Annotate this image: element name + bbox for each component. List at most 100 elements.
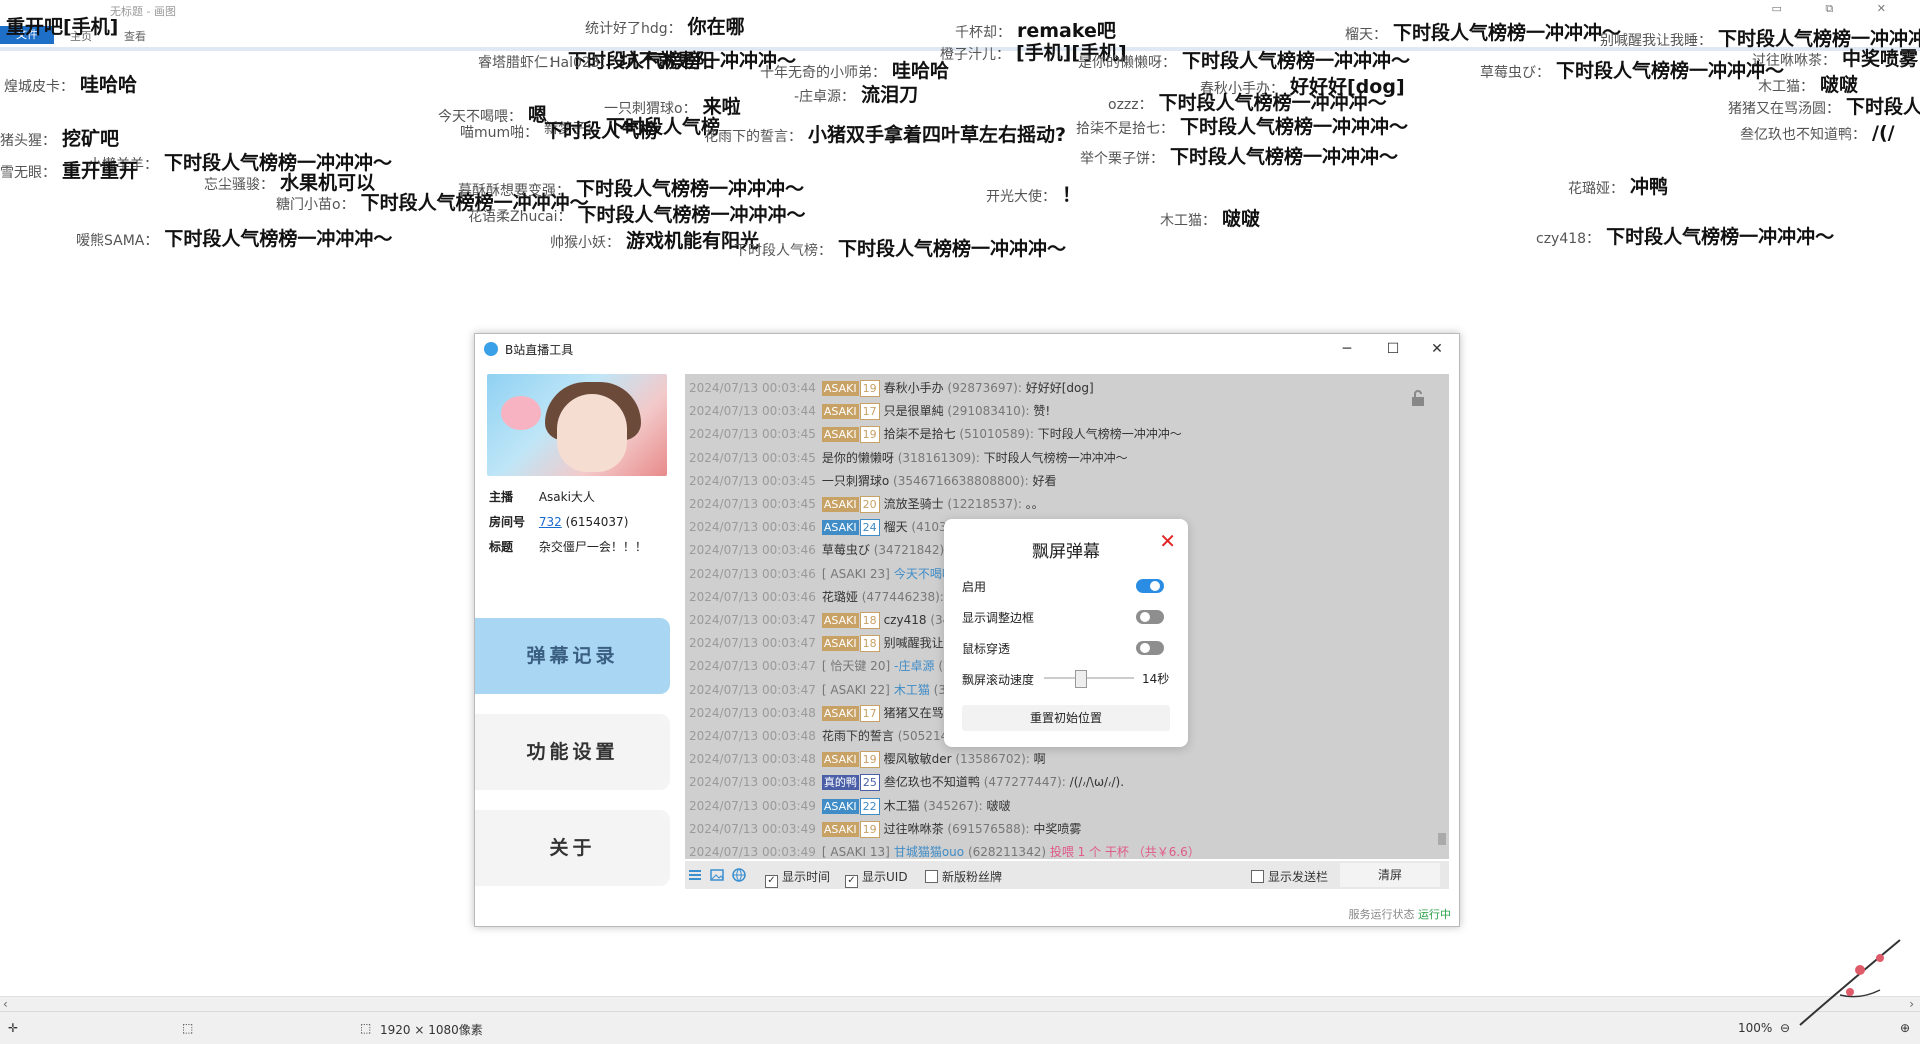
log-row: 2024/07/13 00:03:48 ASAKI 19 樱风敏敏der (13586… xyxy=(689,749,1046,769)
slider-handle[interactable] xyxy=(1075,670,1087,688)
danmaku-text: 挖矿吧 xyxy=(62,128,120,150)
danmaku-user: czy418： xyxy=(1536,231,1601,247)
nav-danmaku-log[interactable]: 弹幕记录 xyxy=(475,618,670,694)
list-icon[interactable] xyxy=(687,867,703,883)
show-uid-checkbox[interactable]: ✓ 显示UID xyxy=(845,868,908,888)
log-username[interactable]: 木工猫 xyxy=(884,799,920,813)
log-username[interactable]: 流放圣骑士 xyxy=(884,497,944,511)
danmaku-user: 雪无眼： xyxy=(0,165,56,181)
log-username[interactable]: 一只刺猬球o xyxy=(822,474,889,488)
show-border-toggle[interactable] xyxy=(1136,610,1164,624)
clear-button[interactable]: 清屏 xyxy=(1340,863,1440,887)
zoom-out-icon[interactable]: ⊖ xyxy=(1780,1021,1790,1035)
danmaku-item: 叁亿玖也不知道鸭： /(/ xyxy=(1740,122,1895,144)
danmaku-text: 哇哈哈 xyxy=(892,60,950,82)
log-timestamp: 2024/07/13 00:03:47 xyxy=(689,659,816,674)
danmaku-user: 猪猪又在骂汤圆： xyxy=(1728,101,1840,117)
log-username[interactable]: 猪猪又在骂 xyxy=(884,706,944,720)
log-timestamp: 2024/07/13 00:03:47 xyxy=(689,613,816,627)
log-username[interactable]: -庄卓源 xyxy=(894,659,934,673)
mouse-through-toggle[interactable] xyxy=(1136,641,1164,655)
log-username[interactable]: 花璐娅 xyxy=(822,590,858,604)
app-icon xyxy=(484,342,498,356)
danmaku-item: 木工猫： 啵啵 xyxy=(1160,204,1260,231)
danmaku-item: 下时段人气榜： 下时段人气榜榜一冲冲冲～ xyxy=(734,234,1066,261)
close-icon[interactable]: ✕ xyxy=(1159,529,1176,553)
fan-medal: ASAKI xyxy=(821,705,859,721)
danmaku-user: 开光大使： xyxy=(986,189,1056,205)
log-timestamp: 2024/07/13 00:03:44 xyxy=(689,404,816,419)
danmaku-item: -庄卓源： 流泪刀 xyxy=(794,80,918,107)
log-username[interactable]: 榴天 xyxy=(884,520,908,534)
maximize-button[interactable]: ☐ xyxy=(1371,337,1415,361)
log-username[interactable]: 木工猫 xyxy=(894,683,930,697)
log-username[interactable]: 春秋小手办 xyxy=(884,381,944,395)
log-username[interactable]: czy418 xyxy=(884,613,927,627)
nav-settings[interactable]: 功能设置 xyxy=(475,714,670,790)
show-send-checkbox[interactable]: 显示发送栏 xyxy=(1251,868,1328,885)
log-row: 2024/07/13 00:03:47[ 恰天键 20]-庄卓源 (28 xyxy=(689,656,958,676)
image-icon[interactable] xyxy=(709,867,725,883)
danmaku-text: 下时段人气榜榜一冲冲冲～ xyxy=(1556,60,1785,82)
danmaku-item: 花雨下的誓言： 小猪双手拿着四叶草左右摇动? xyxy=(704,120,1066,147)
danmaku-text: 下时段人气榜榜一冲冲冲～ xyxy=(576,178,805,200)
log-uid: (12218537): xyxy=(947,497,1022,511)
fan-medal: ASAKI xyxy=(821,613,859,628)
log-username[interactable]: 花雨下的誓言 xyxy=(822,729,894,743)
log-username[interactable]: 草莓虫び xyxy=(822,543,870,557)
danmaku-user: 草莓虫び： xyxy=(1480,65,1550,81)
log-message: 投喂 1 个 干杯 （共￥6.6） xyxy=(1049,845,1200,859)
minimize-button[interactable]: ─ xyxy=(1325,337,1369,361)
enable-toggle[interactable] xyxy=(1136,579,1164,593)
plum-blossom-decoration xyxy=(1799,939,1901,1026)
danmaku-text: 下时段人气榜榜一冲冲冲～ xyxy=(164,228,393,250)
log-timestamp: 2024/07/13 00:03:45 xyxy=(689,473,816,488)
log-username[interactable]: 樱风敏敏der xyxy=(884,752,952,766)
danmaku-text: 流泪刀 xyxy=(861,84,919,106)
log-username[interactable]: 过往咻咻茶 xyxy=(884,822,944,836)
log-username[interactable]: 叁亿玖也不知道鸭 xyxy=(884,775,980,789)
canvas-size: 1920 × 1080像素 xyxy=(380,1023,483,1037)
danmaku-text: 中奖喷雾 xyxy=(1842,48,1919,70)
danmaku-text: 啵啵 xyxy=(1222,208,1261,230)
paint-tab-view[interactable]: 查看 xyxy=(124,28,146,44)
close-window-button[interactable]: ✕ xyxy=(1415,337,1459,361)
log-row: 2024/07/13 00:03:48 真的鸭 25 叁亿玖也不知道鸭 (477277… xyxy=(689,772,1124,792)
globe-icon[interactable] xyxy=(731,867,747,883)
fan-medal: ASAKI xyxy=(821,381,859,396)
danmaku-item: 煌城皮卡： 哇哈哈 xyxy=(4,70,137,97)
medal-level: 25 xyxy=(859,774,880,792)
room-link[interactable]: 732 xyxy=(539,515,562,529)
nav-about[interactable]: 关于 xyxy=(475,810,670,886)
log-row: 2024/07/13 00:03:48 花雨下的誓言 (505214 xyxy=(689,726,948,746)
log-message: 好好好[dog] xyxy=(1025,381,1094,395)
danmaku-text: /(/ xyxy=(1872,122,1895,144)
log-username[interactable]: 甘城猫猫ouo xyxy=(894,845,964,859)
scroll-left-icon[interactable]: ‹ xyxy=(3,997,8,1011)
danmaku-item: 帅猴小妖： 游戏机能有阳光 xyxy=(550,226,759,253)
log-username[interactable]: 是你的懒懒呀 xyxy=(822,451,894,465)
reset-position-button[interactable]: 重置初始位置 xyxy=(962,705,1170,731)
show-time-checkbox[interactable]: ✓ 显示时间 xyxy=(765,868,830,888)
speed-slider[interactable] xyxy=(1044,670,1134,688)
paint-window-buttons[interactable]: ▭ ⧉ ✕ xyxy=(1772,2,1906,16)
danmaku-text: 哇哈哈 xyxy=(80,74,138,96)
new-medal-checkbox[interactable]: 新版粉丝牌 xyxy=(925,868,1002,885)
title-row: 标题 杂交僵尸一会！！！ xyxy=(489,538,647,555)
log-username[interactable]: 拾柒不是拾七 xyxy=(884,427,956,441)
log-username[interactable]: 只是很單純 xyxy=(884,404,944,418)
horizontal-scrollbar[interactable]: ‹ › xyxy=(0,996,1920,1011)
danmaku-item: 十年无奇的小师弟： 哇哈哈 xyxy=(760,56,949,83)
log-uid: (291083410): xyxy=(947,404,1030,419)
log-message: 啊 xyxy=(1033,752,1046,767)
danmaku-user: 十年无奇的小师弟： xyxy=(760,65,886,81)
floating-danmaku-dialog: 飘屏弹幕 ✕ 启用 显示调整边框 鼠标穿透 飘屏滚动速度 14秒 重置初始位置 xyxy=(944,519,1188,747)
danmaku-user: 木工猫： xyxy=(1160,213,1216,229)
log-scrollbar[interactable] xyxy=(1437,388,1447,848)
medal-level: 19 xyxy=(859,751,880,769)
lock-icon[interactable] xyxy=(1411,390,1425,406)
log-timestamp: 2024/07/13 00:03:45 xyxy=(689,497,816,511)
danmaku-text: 下时段人气榜榜一冲冲冲～ xyxy=(1180,116,1409,138)
medal-level: 19 xyxy=(859,426,880,444)
danmaku-item: 统计好了hdg： 你在哪 xyxy=(585,12,745,39)
